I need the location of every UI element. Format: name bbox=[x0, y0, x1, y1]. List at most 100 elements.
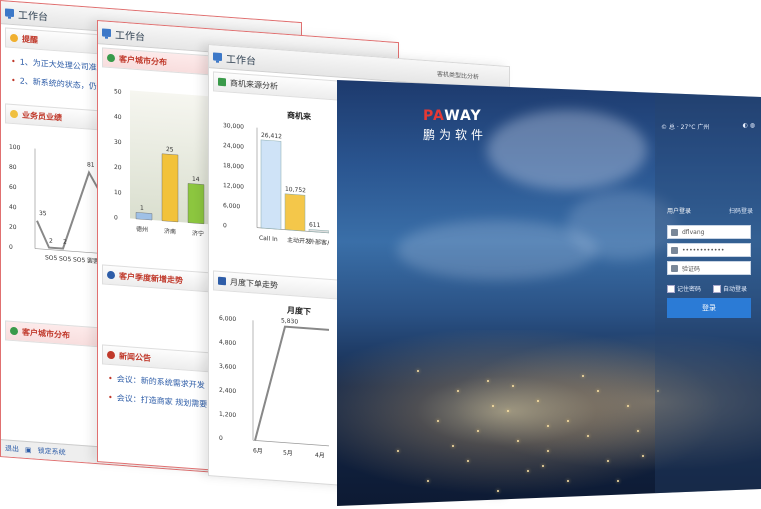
line-chart-icon bbox=[218, 276, 226, 286]
data-label: 35 bbox=[39, 210, 47, 218]
captcha-field[interactable]: 验证码 bbox=[667, 261, 751, 275]
trend-line-chart: 月度下 6,0004,8003,6002,4001,2000 5,830 6月 … bbox=[219, 305, 329, 460]
announce-title: 新闻公告 bbox=[119, 351, 151, 363]
lock-icon: ▣ bbox=[25, 445, 32, 455]
y-tick-label: 20 bbox=[9, 224, 17, 232]
window-a-tab[interactable]: 工作台 bbox=[18, 6, 48, 23]
user-icon bbox=[671, 229, 678, 236]
weather-bar: © 总 · 27°C 广州 ◐ ◍ bbox=[655, 122, 761, 131]
y-tick-label: 10 bbox=[114, 189, 122, 197]
data-label: 14 bbox=[192, 176, 200, 184]
y-tick-label: 0 bbox=[223, 222, 227, 229]
login-screen: PAWAY 鹏为软件 © 总 · 27°C 广州 ◐ ◍ 用户登录 扫码登录 d… bbox=[337, 80, 761, 506]
trend-title: 月度下单走势 bbox=[230, 277, 278, 290]
x-tick-label: SO5 bbox=[73, 256, 86, 264]
city-bar-chart: 50 40 30 20 10 0 1 25 14 德州 济南 济宁 bbox=[114, 88, 212, 238]
city-light bbox=[617, 480, 619, 482]
source-bar-chart: 商机来 30,000 24,000 18,000 12,000 6,000 0 26,41… bbox=[223, 110, 339, 248]
y-tick-label: 0 bbox=[219, 435, 223, 442]
y-tick-label: 6,000 bbox=[219, 315, 236, 323]
city-light bbox=[452, 445, 454, 447]
star-icon bbox=[10, 109, 18, 119]
logo: PAWAY 鹏为软件 bbox=[423, 108, 488, 142]
auto-login-checkbox[interactable]: 自动登录 bbox=[713, 284, 747, 293]
y-tick-label: 1,200 bbox=[219, 411, 236, 419]
city-light bbox=[567, 480, 569, 482]
login-button[interactable]: 登录 bbox=[667, 298, 751, 318]
city-light bbox=[542, 465, 544, 467]
y-tick-label: 2,400 bbox=[219, 387, 236, 395]
checkbox-icon bbox=[667, 284, 675, 293]
x-tick-label: 6月 bbox=[253, 447, 263, 455]
y-tick-label: 24,000 bbox=[223, 142, 244, 151]
bar bbox=[284, 193, 306, 232]
city-light bbox=[547, 425, 549, 427]
city-light bbox=[512, 385, 514, 387]
city-light bbox=[467, 460, 469, 462]
y-tick-label: 40 bbox=[9, 204, 17, 212]
city-light bbox=[587, 435, 589, 437]
source-title: 商机来源分析 bbox=[230, 78, 278, 91]
x-tick-label: 德州 bbox=[136, 225, 148, 234]
city-light bbox=[597, 390, 599, 392]
city-light bbox=[417, 370, 419, 372]
y-tick-label: 40 bbox=[114, 113, 122, 121]
city-light bbox=[642, 455, 644, 457]
x-tick-label: SO5 bbox=[45, 254, 58, 262]
data-label: 2 bbox=[49, 238, 53, 245]
performance-title: 业务员业绩 bbox=[22, 110, 62, 123]
growth-title: 客户季度新增走势 bbox=[119, 271, 183, 285]
data-label: 10,752 bbox=[285, 186, 306, 195]
bar bbox=[308, 229, 330, 234]
city-title: 客户城市分布 bbox=[119, 54, 167, 67]
x-tick-label: 济宁 bbox=[192, 229, 204, 238]
x-tick-label: SO5 bbox=[59, 255, 72, 263]
performance-line-chart: 100806040200 35 2 2 81 56 SO5 SO5 SO5 罢罢 bbox=[9, 144, 105, 265]
x-tick-label: 济南 bbox=[164, 227, 176, 236]
bar-chart-icon bbox=[218, 77, 226, 87]
line-series bbox=[254, 325, 329, 441]
city-light bbox=[607, 460, 609, 462]
login-title: 用户登录 bbox=[667, 208, 692, 215]
region-title: 客户城市分布 bbox=[22, 327, 70, 340]
monitor-icon bbox=[102, 28, 111, 38]
x-tick-label: Call In bbox=[259, 235, 278, 243]
bar bbox=[187, 183, 205, 225]
qr-login-link[interactable]: 扫码登录 bbox=[729, 206, 753, 215]
chart-icon bbox=[107, 270, 115, 280]
shield-icon bbox=[671, 265, 678, 272]
settings-icon[interactable]: ◐ ◍ bbox=[743, 122, 755, 131]
logout-link[interactable]: 退出 bbox=[5, 443, 19, 454]
data-label: 611 bbox=[309, 221, 321, 229]
x-tick-label: 5月 bbox=[283, 450, 293, 458]
y-tick-label: 30 bbox=[114, 139, 122, 147]
city-light bbox=[437, 420, 439, 422]
window-b-tab[interactable]: 工作台 bbox=[115, 26, 145, 43]
city-light bbox=[547, 450, 549, 452]
city-light bbox=[517, 440, 519, 442]
reminder-title: 提醒 bbox=[22, 34, 38, 45]
x-tick-label: 主动开发 bbox=[287, 236, 311, 246]
data-label: 1 bbox=[140, 205, 144, 212]
y-tick-label: 20 bbox=[114, 164, 122, 172]
password-field[interactable]: •••••••••••• bbox=[667, 243, 751, 257]
y-tick-label: 6,000 bbox=[223, 202, 240, 210]
pencil-icon bbox=[10, 33, 18, 43]
chart-title: 月度下 bbox=[286, 305, 311, 317]
username-field[interactable]: dflvang bbox=[667, 225, 751, 239]
city-light bbox=[477, 430, 479, 432]
city-light bbox=[567, 420, 569, 422]
side-tab[interactable]: 客机类型比分析 bbox=[437, 68, 479, 80]
login-panel: © 总 · 27°C 广州 ◐ ◍ 用户登录 扫码登录 dflvang ••••… bbox=[655, 90, 761, 500]
city-light bbox=[507, 410, 509, 412]
monitor-icon bbox=[213, 52, 222, 62]
data-label: 26,412 bbox=[261, 132, 282, 141]
remember-checkbox[interactable]: 记住密码 bbox=[667, 284, 701, 293]
cloud bbox=[487, 110, 647, 190]
lock-system-link[interactable]: 锁定系统 bbox=[38, 446, 66, 458]
window-c-tab[interactable]: 工作台 bbox=[226, 50, 256, 67]
monitor-icon bbox=[5, 8, 14, 18]
city-light bbox=[427, 480, 429, 482]
y-tick-label: 0 bbox=[9, 244, 13, 251]
y-tick-label: 12,000 bbox=[223, 182, 244, 191]
